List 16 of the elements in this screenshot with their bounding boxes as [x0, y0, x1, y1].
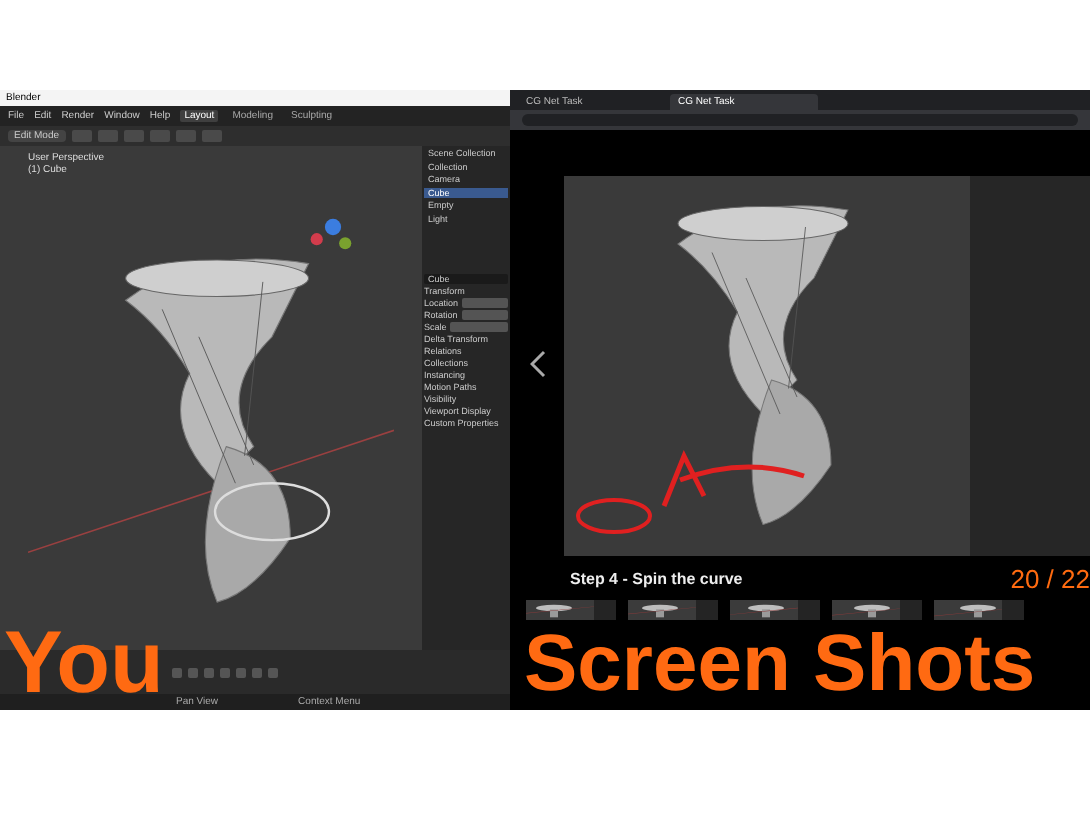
toolbar-button[interactable]	[175, 130, 196, 142]
slide-counter: 20 / 22	[1010, 564, 1090, 594]
value-field[interactable]	[450, 322, 508, 332]
toolbar-button[interactable]	[97, 130, 118, 142]
toolbar-button[interactable]	[149, 130, 170, 142]
rotate-gizmo[interactable]	[213, 481, 331, 542]
overlay-title: You	[4, 620, 164, 708]
toolbar-button[interactable]	[71, 130, 92, 142]
axis-gizmo-drawing[interactable]	[310, 218, 352, 250]
toolbar-button[interactable]	[201, 130, 222, 142]
toolbar-button[interactable]	[123, 130, 144, 142]
overlay-title: Screen Shots	[524, 630, 1036, 698]
value-field[interactable]	[462, 298, 508, 308]
annotation-circle	[576, 498, 652, 534]
value-field[interactable]	[461, 310, 508, 320]
step-caption: Step 4 - Spin the curve	[570, 570, 743, 588]
